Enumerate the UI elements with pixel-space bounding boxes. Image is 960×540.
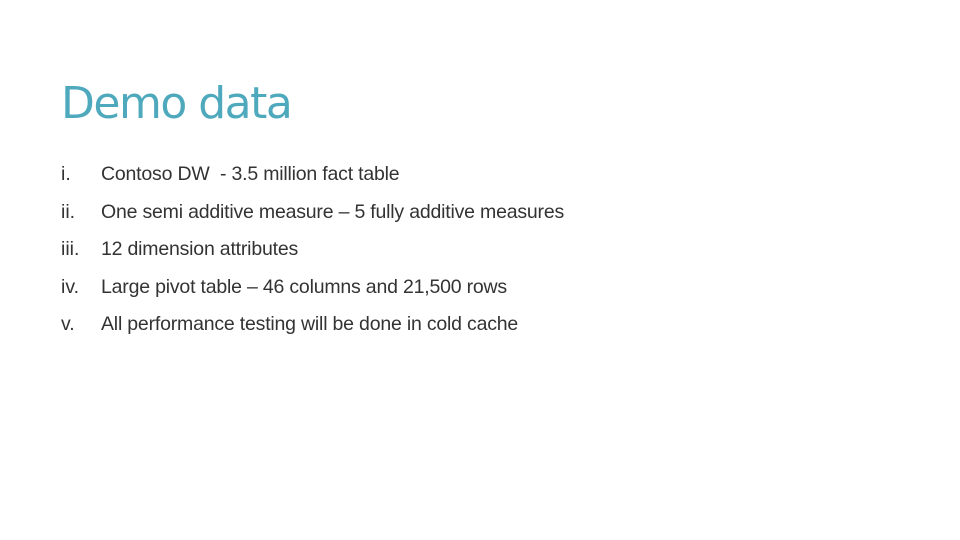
list-marker: iii. xyxy=(61,238,80,261)
list-marker: v. xyxy=(61,313,75,336)
list-item-text: One semi additive measure – 5 fully addi… xyxy=(101,200,565,223)
list-item-text: Large pivot table – 46 columns and 21,50… xyxy=(101,275,507,298)
slide-title: Demo data xyxy=(61,78,293,129)
list-item-text: 12 dimension attributes xyxy=(101,238,299,261)
demo-data-list: i. Contoso DW - 3.5 million fact table i… xyxy=(61,156,564,344)
slide: Demo data i. Contoso DW - 3.5 million fa… xyxy=(0,0,960,540)
list-item: iii. 12 dimension attributes xyxy=(61,231,564,269)
list-marker: iv. xyxy=(61,275,80,298)
list-item: i. Contoso DW - 3.5 million fact table xyxy=(61,156,564,194)
list-item-text: Contoso DW - 3.5 million fact table xyxy=(101,163,400,185)
list-marker: ii. xyxy=(61,200,76,223)
list-item: v. All performance testing will be done … xyxy=(61,306,564,344)
list-item: iv. Large pivot table – 46 columns and 2… xyxy=(61,269,564,307)
list-marker: i. xyxy=(61,163,71,185)
list-item-text: All performance testing will be done in … xyxy=(101,313,519,336)
list-item: ii. One semi additive measure – 5 fully … xyxy=(61,194,564,232)
